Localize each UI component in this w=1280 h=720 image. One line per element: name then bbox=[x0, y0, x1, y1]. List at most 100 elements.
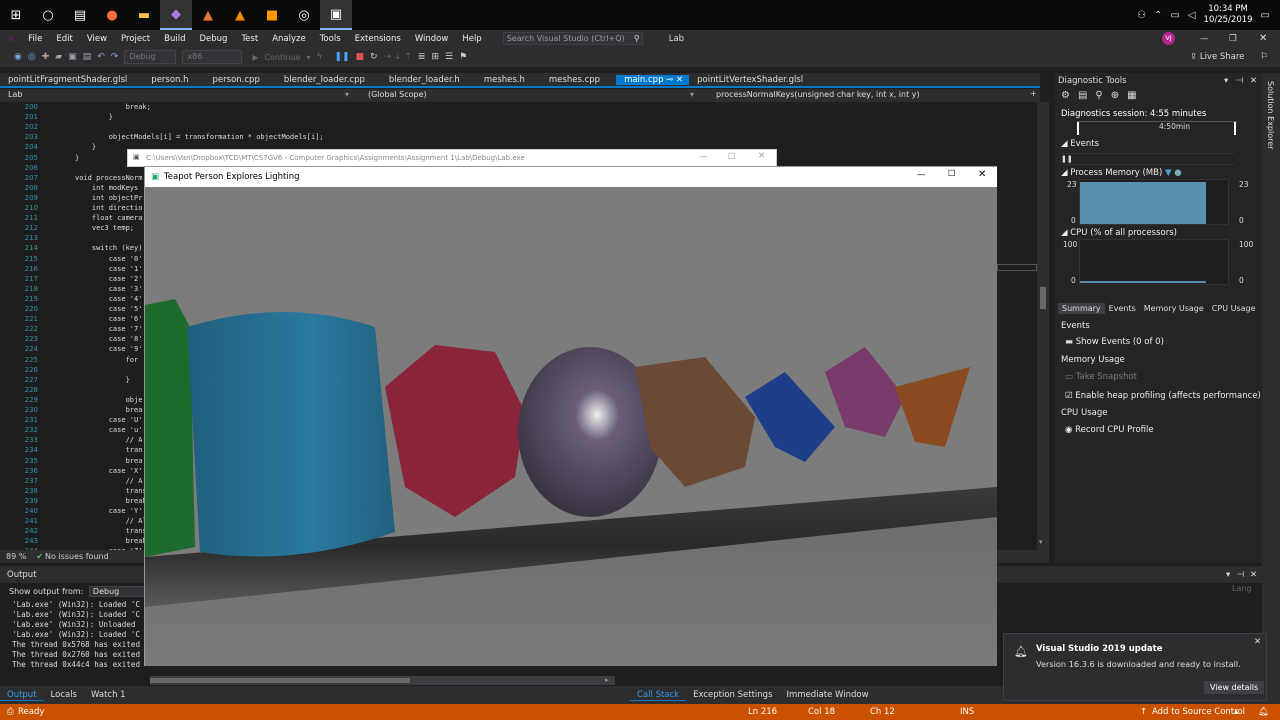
bottom-tab-exception-settings[interactable]: Exception Settings bbox=[686, 690, 779, 701]
bottom-tab-immediate-window[interactable]: Immediate Window bbox=[780, 690, 876, 701]
file-explorer-icon[interactable]: ▬ bbox=[128, 0, 160, 30]
settings-icon[interactable]: ⚙ bbox=[1061, 90, 1070, 101]
dropdown-arrow-icon[interactable]: ▾ bbox=[306, 53, 310, 62]
menu-test[interactable]: Test bbox=[234, 34, 265, 44]
undo-icon[interactable]: ↶ bbox=[97, 52, 105, 62]
app-maximize-icon[interactable]: ☐ bbox=[948, 169, 956, 179]
heap-profiling-checkbox[interactable]: ☑ Enable heap profiling (affects perform… bbox=[1065, 391, 1261, 401]
save-all-icon[interactable]: ▤ bbox=[83, 52, 92, 62]
output-source-dropdown[interactable]: Debug bbox=[88, 586, 149, 597]
hscroll-thumb[interactable] bbox=[150, 678, 410, 683]
bottom-tab-locals[interactable]: Locals bbox=[44, 690, 84, 701]
code-line[interactable]: case '0': bbox=[75, 255, 147, 263]
code-line[interactable]: } bbox=[75, 376, 130, 384]
step-icons[interactable]: ⇢ ⇣ ⇡ bbox=[384, 52, 412, 62]
timeline-ruler[interactable]: 4:50min bbox=[1077, 121, 1237, 135]
code-line[interactable]: } bbox=[75, 143, 96, 151]
code-line[interactable]: case '1': bbox=[75, 265, 147, 273]
tab-blender_loader-cpp[interactable]: blender_loader.cpp bbox=[276, 75, 381, 85]
code-line[interactable]: break; bbox=[75, 103, 151, 111]
issues-status[interactable]: No issues found bbox=[45, 552, 109, 561]
vlc-icon[interactable]: ▲ bbox=[224, 0, 256, 30]
zoom-level[interactable]: 89 % bbox=[6, 552, 26, 561]
people-icon[interactable]: ⚇ bbox=[1137, 10, 1146, 21]
forward-icon[interactable]: ◎ bbox=[28, 52, 36, 62]
scroll-down-icon[interactable]: ▾ bbox=[1039, 538, 1043, 546]
minimize-icon[interactable]: — bbox=[1200, 34, 1209, 44]
split-icon[interactable]: + bbox=[1030, 89, 1037, 98]
code-line[interactable]: brea bbox=[75, 406, 143, 414]
notifications-icon[interactable]: ▭ bbox=[1261, 10, 1270, 21]
restore-icon[interactable]: ❐ bbox=[1229, 34, 1237, 44]
notification-bell-icon[interactable]: 🔔︎ bbox=[1258, 707, 1269, 717]
snapshot-icon[interactable]: ▦ bbox=[1127, 90, 1136, 101]
code-line[interactable]: case '5': bbox=[75, 305, 147, 313]
code-line[interactable]: break; bbox=[75, 497, 151, 505]
menu-window[interactable]: Window bbox=[408, 34, 456, 44]
opengl-viewport[interactable] bbox=[145, 187, 997, 666]
tab-main-cpp[interactable]: main.cpp ⊸ ✕ bbox=[616, 74, 690, 85]
project-dropdown[interactable]: Lab bbox=[8, 90, 22, 99]
pause-events-icon[interactable]: ❚❚ bbox=[1061, 155, 1073, 163]
code-line[interactable]: case '4': bbox=[75, 295, 147, 303]
tab-pointlitvertexshader-glsl[interactable]: pointLitVertexShader.glsl bbox=[689, 75, 819, 85]
pin-icon[interactable]: ⊣ bbox=[1237, 570, 1244, 580]
redo-icon[interactable]: ↷ bbox=[111, 52, 119, 62]
windows-start-icon[interactable]: ⊞ bbox=[0, 0, 32, 30]
scroll-right-icon[interactable]: ▸ bbox=[605, 676, 609, 684]
firefox-icon[interactable]: ● bbox=[96, 0, 128, 30]
diag-tab-memory-usage[interactable]: Memory Usage bbox=[1140, 303, 1208, 314]
diag-tab-events[interactable]: Events bbox=[1105, 303, 1140, 314]
search-box[interactable]: Search Visual Studio (Ctrl+Q) ⚲ bbox=[502, 32, 643, 45]
menu-help[interactable]: Help bbox=[455, 34, 488, 44]
diag-pin-icon[interactable]: ⊣ bbox=[1236, 76, 1243, 86]
console-close-icon[interactable]: ✕ bbox=[758, 151, 765, 161]
show-events-link[interactable]: ▬ Show Events (0 of 0) bbox=[1065, 337, 1164, 347]
menu-build[interactable]: Build bbox=[157, 34, 192, 44]
lab-app-icon[interactable]: ▣ bbox=[320, 0, 352, 30]
hot-reload-icon[interactable]: ϟ bbox=[316, 52, 322, 62]
source-control-arrow-icon[interactable]: ▴ bbox=[1234, 707, 1238, 717]
save-icon[interactable]: ▣ bbox=[68, 52, 77, 62]
chevron-up-icon[interactable]: ⌃ bbox=[1154, 10, 1162, 21]
code-line[interactable]: break; bbox=[75, 537, 151, 545]
menu-analyze[interactable]: Analyze bbox=[265, 34, 313, 44]
view-details-button[interactable]: View details bbox=[1204, 681, 1265, 694]
code-line[interactable]: case '3': bbox=[75, 285, 147, 293]
github-desktop-icon[interactable]: ◎ bbox=[288, 0, 320, 30]
code-line[interactable]: int modKeys bbox=[75, 184, 138, 192]
menu-debug[interactable]: Debug bbox=[192, 34, 234, 44]
code-line[interactable]: case '7': bbox=[75, 325, 147, 333]
visual-studio-icon[interactable]: ◆ bbox=[160, 0, 192, 30]
tab-meshes-h[interactable]: meshes.h bbox=[476, 75, 541, 85]
console-maximize-icon[interactable]: ☐ bbox=[728, 152, 736, 162]
tab-close-icon[interactable]: ⊸ ✕ bbox=[663, 75, 683, 85]
menu-view[interactable]: View bbox=[80, 34, 114, 44]
sublime-text-icon[interactable]: ■ bbox=[256, 0, 288, 30]
open-icon[interactable]: ▰ bbox=[55, 52, 62, 62]
live-share-button[interactable]: ⇪ Live Share bbox=[1190, 52, 1244, 62]
clock[interactable]: 10:34 PM 10/25/2019 bbox=[1204, 4, 1253, 26]
new-item-icon[interactable]: ✚ bbox=[42, 52, 50, 62]
back-icon[interactable]: ◉ bbox=[14, 52, 22, 62]
app-close-icon[interactable]: ✕ bbox=[978, 169, 986, 180]
tab-pointlitfragmentshader-glsl[interactable]: pointLitFragmentShader.glsl bbox=[0, 75, 143, 85]
menu-extensions[interactable]: Extensions bbox=[348, 34, 408, 44]
code-line[interactable]: void processNorm bbox=[75, 174, 142, 182]
tab-meshes-cpp[interactable]: meshes.cpp bbox=[541, 75, 616, 85]
menu-project[interactable]: Project bbox=[114, 34, 157, 44]
bookmark-icon[interactable]: ⚑ bbox=[459, 52, 467, 62]
code-line[interactable]: brea bbox=[75, 457, 143, 465]
user-avatar[interactable]: VJ bbox=[1162, 32, 1175, 45]
continue-button[interactable]: Continue bbox=[264, 53, 300, 62]
diag-tab-cpu-usage[interactable]: CPU Usage bbox=[1208, 303, 1260, 314]
code-line[interactable]: case 'u' bbox=[75, 426, 143, 434]
menu-tools[interactable]: Tools bbox=[313, 34, 348, 44]
code-line[interactable]: case '8': bbox=[75, 335, 147, 343]
scope-dropdown[interactable]: (Global Scope) bbox=[368, 90, 427, 99]
breakpoint-icon[interactable]: ⊞ bbox=[431, 52, 439, 62]
code-line[interactable]: obje bbox=[75, 396, 143, 404]
code-line[interactable]: case '6': bbox=[75, 315, 147, 323]
pause-icon[interactable]: ❚❚ bbox=[334, 52, 349, 62]
menu-file[interactable]: File bbox=[21, 34, 49, 44]
